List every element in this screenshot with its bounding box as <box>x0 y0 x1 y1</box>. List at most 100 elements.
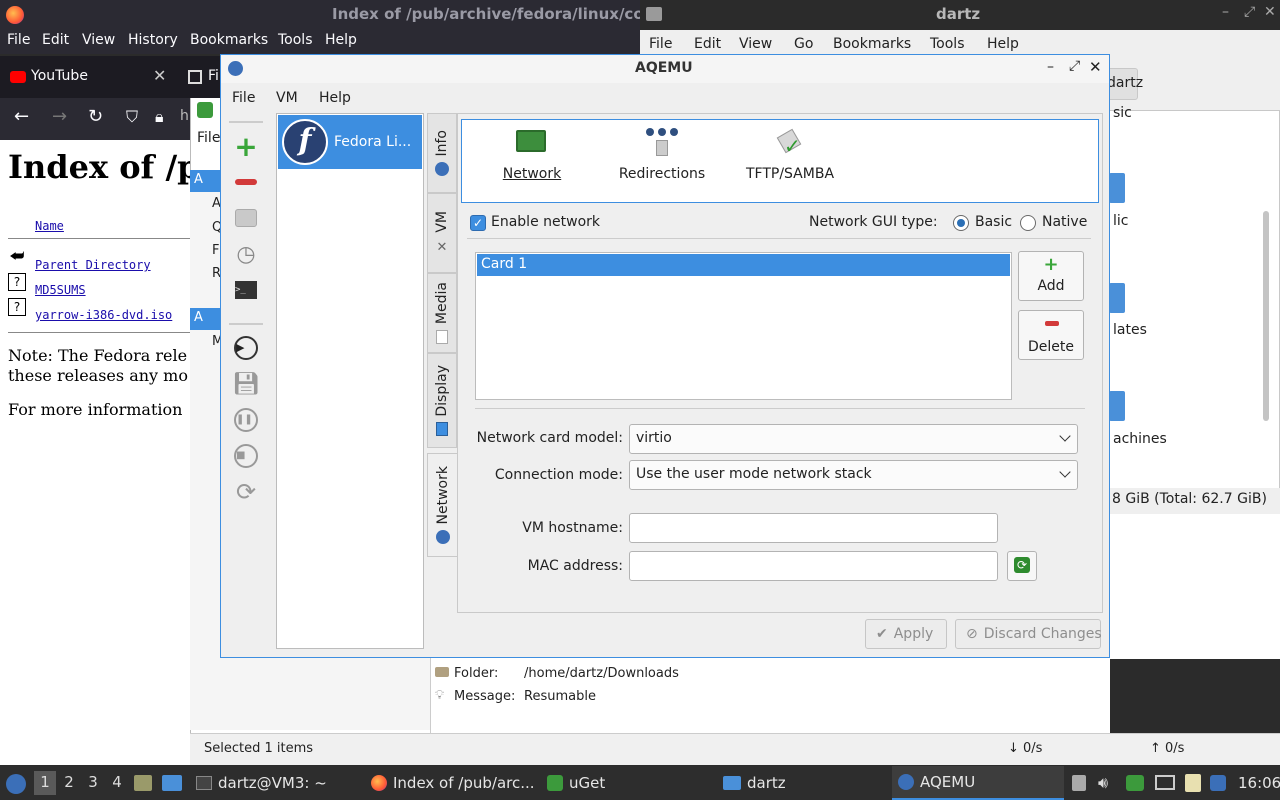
uget-side-item[interactable]: F <box>212 243 219 258</box>
md5sums-link[interactable]: MD5SUMS <box>35 283 86 297</box>
display-tray-icon[interactable] <box>1155 775 1175 790</box>
col-name-link[interactable]: Name <box>35 219 64 233</box>
maximize-icon[interactable]: ⤢ <box>1244 4 1255 20</box>
workspace-2[interactable]: 2 <box>59 773 79 795</box>
tray-clipboard-icon[interactable] <box>1072 775 1086 791</box>
network-card-item[interactable]: Card 1 <box>477 254 1010 276</box>
th-menu-tools[interactable]: Tools <box>930 36 965 52</box>
subtab-redirections[interactable]: Redirections <box>612 120 712 204</box>
aq-menu-vm[interactable]: VM <box>276 90 298 106</box>
aq-menu-help[interactable]: Help <box>319 90 351 106</box>
add-card-button[interactable]: + Add <box>1018 251 1084 301</box>
th-menu-edit[interactable]: Edit <box>694 36 721 52</box>
parent-directory-link[interactable]: Parent Directory <box>35 258 151 272</box>
forward-icon[interactable]: → <box>52 106 67 127</box>
file-item-label[interactable]: achines <box>1113 431 1167 447</box>
tab-youtube[interactable]: YouTube ✕ <box>0 56 178 98</box>
th-menu-bookmarks[interactable]: Bookmarks <box>833 36 911 52</box>
delete-card-button[interactable]: Delete <box>1018 310 1084 360</box>
upload-speed: ↑ 0/s <box>1150 741 1185 756</box>
add-vm-icon[interactable]: + <box>233 130 259 163</box>
tab-info[interactable]: Info <box>427 113 457 193</box>
info-tray-icon[interactable] <box>1210 775 1226 791</box>
tab-network[interactable]: Network <box>427 453 457 557</box>
workspace-4[interactable]: 4 <box>107 773 127 795</box>
stop-icon[interactable]: ■ <box>233 443 259 469</box>
uget-side-item-selected[interactable]: A <box>190 308 220 330</box>
task-terminal[interactable]: dartz@VM3: ~ <box>190 766 360 800</box>
notes-tray-icon[interactable] <box>1185 774 1201 792</box>
ff-menu-edit[interactable]: Edit <box>42 32 69 48</box>
files-launcher-icon[interactable] <box>134 775 152 791</box>
connection-mode-select[interactable]: Use the user mode network stack <box>629 460 1078 490</box>
gui-type-native-radio[interactable] <box>1020 215 1036 231</box>
file-item-label[interactable]: lic <box>1113 213 1128 229</box>
tab-fi-icon[interactable] <box>188 70 202 84</box>
minimize-icon[interactable]: – <box>1047 59 1054 75</box>
vm-list-item-selected[interactable]: f Fedora Li... <box>278 115 422 169</box>
play-icon[interactable]: ▶ <box>233 335 259 361</box>
tab-vm[interactable]: VM ✕ <box>427 193 457 273</box>
hostname-input[interactable] <box>629 513 998 543</box>
generate-mac-button[interactable]: ⟳ <box>1007 551 1037 581</box>
volume-icon[interactable]: 🔊︎ <box>1098 773 1108 793</box>
iso-link[interactable]: yarrow-i386-dvd.iso <box>35 308 172 322</box>
workspace-3[interactable]: 3 <box>83 773 103 795</box>
hdd-icon[interactable] <box>233 205 259 231</box>
clock[interactable]: 16:06 <box>1238 774 1280 792</box>
card-model-select[interactable]: virtio <box>629 424 1078 454</box>
reset-icon[interactable]: ⟳ <box>233 478 259 506</box>
aq-menu-file[interactable]: File <box>232 90 255 106</box>
clock-icon[interactable]: ◷ <box>233 241 259 267</box>
th-menu-go[interactable]: Go <box>794 36 813 52</box>
gui-type-basic-radio[interactable] <box>953 215 969 231</box>
subtab-tftp-samba[interactable]: ✓ TFTP/SAMBA <box>740 120 840 204</box>
pause-icon[interactable]: ❚❚ <box>233 407 259 433</box>
start-menu-icon[interactable] <box>6 774 26 794</box>
shield-icon[interactable]: ⛉ <box>126 107 138 127</box>
tab-media[interactable]: Media <box>427 273 457 353</box>
uget-menu-file[interactable]: File <box>197 130 220 146</box>
save-state-icon[interactable]: 💾︎ <box>232 371 260 397</box>
ff-menu-view[interactable]: View <box>82 32 115 48</box>
ff-menu-file[interactable]: File <box>7 32 30 48</box>
apply-button[interactable]: ✔ Apply <box>865 619 947 649</box>
desktop-launcher-icon[interactable] <box>162 775 182 791</box>
ff-menu-tools[interactable]: Tools <box>278 32 313 48</box>
aqemu-app-icon <box>228 61 243 76</box>
url-bar-partial[interactable]: h <box>180 108 189 124</box>
close-tab-icon[interactable]: ✕ <box>153 66 166 85</box>
reload-icon[interactable]: ↻ <box>88 106 103 127</box>
maximize-icon[interactable]: ⤢ <box>1069 58 1080 74</box>
discard-changes-button[interactable]: ⊘ Discard Changes <box>955 619 1102 649</box>
task-uget[interactable]: uGet <box>541 766 713 800</box>
thunar-file-view: sic lic lates achines <box>1108 105 1280 510</box>
close-icon[interactable]: ✕ <box>1264 4 1276 20</box>
subtab-network[interactable]: Network <box>492 120 572 204</box>
firefox-titlebar: Index of /pub/archive/fedora/linux/core <box>0 0 661 30</box>
tray-uget-icon[interactable] <box>1126 775 1144 791</box>
th-menu-help[interactable]: Help <box>987 36 1019 52</box>
terminal-icon[interactable]: >_ <box>233 277 259 303</box>
mac-address-input[interactable] <box>629 551 998 581</box>
th-menu-file[interactable]: File <box>649 36 672 52</box>
minimize-icon[interactable]: – <box>1222 4 1229 20</box>
ff-menu-help[interactable]: Help <box>325 32 357 48</box>
ff-menu-bookmarks[interactable]: Bookmarks <box>190 32 268 48</box>
back-icon[interactable]: ← <box>14 106 29 127</box>
enable-network-checkbox[interactable]: ✓ <box>470 215 486 231</box>
task-thunar[interactable]: dartz <box>717 766 889 800</box>
tab-fi-label[interactable]: Fi <box>208 68 219 84</box>
workspace-1[interactable]: 1 <box>35 773 55 795</box>
task-aqemu-active[interactable]: AQEMU <box>892 766 1064 800</box>
file-item-label[interactable]: sic <box>1113 105 1132 121</box>
ff-menu-history[interactable]: History <box>128 32 178 48</box>
tab-display[interactable]: Display <box>427 353 457 448</box>
close-icon[interactable]: ✕ <box>1089 58 1102 76</box>
task-firefox[interactable]: Index of /pub/arc... <box>365 766 537 800</box>
th-menu-view[interactable]: View <box>739 36 772 52</box>
scrollbar[interactable] <box>1263 211 1269 421</box>
file-item-label[interactable]: lates <box>1113 322 1147 338</box>
delete-vm-icon[interactable] <box>233 169 259 195</box>
uget-side-item-selected[interactable]: A <box>190 170 220 192</box>
